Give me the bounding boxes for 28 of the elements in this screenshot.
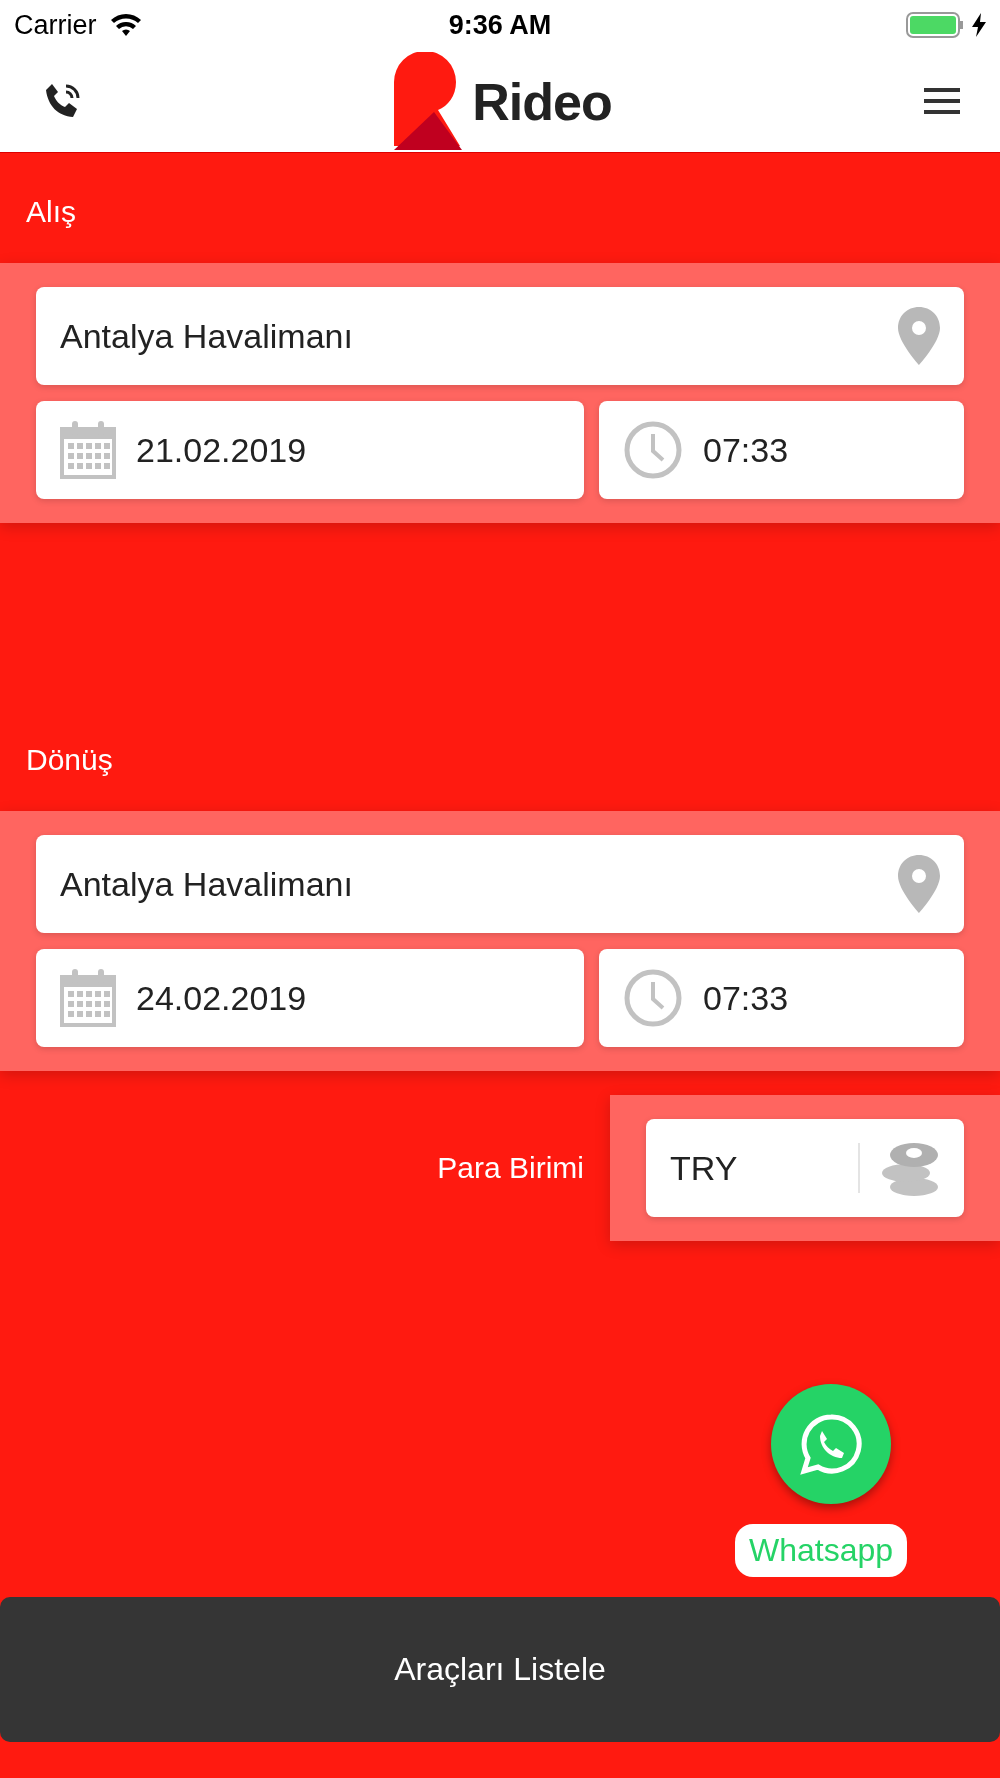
location-field[interactable]: Antalya Havalimanı (36, 835, 964, 933)
location-pin-icon (898, 855, 940, 913)
time-field[interactable]: 07:33 (599, 949, 964, 1047)
location-pin-icon (898, 307, 940, 365)
calendar-icon (60, 969, 116, 1027)
clock-icon (623, 420, 683, 480)
logo-mark-icon (394, 52, 463, 150)
chat-phone-icon (800, 1413, 862, 1475)
calendar-icon (60, 421, 116, 479)
list-cars-button[interactable]: Araçları Listele (0, 1597, 1000, 1742)
location-field[interactable]: Antalya Havalimanı (36, 287, 964, 385)
whatsapp-button[interactable] (771, 1384, 891, 1504)
logo-text: Rideo (472, 76, 612, 128)
currency-label: Para Birimi (437, 1151, 584, 1185)
phone-icon[interactable] (44, 82, 82, 120)
date-field[interactable]: 24.02.2019 (36, 949, 584, 1047)
battery-icon (906, 12, 964, 38)
date-field[interactable]: 21.02.2019 (36, 401, 584, 499)
time-field[interactable]: 07:33 (599, 401, 964, 499)
carrier-label: Carrier (14, 9, 97, 41)
clock-icon (623, 968, 683, 1028)
currency-field[interactable]: TRY (646, 1119, 964, 1217)
wifi-icon (110, 14, 141, 36)
charging-bolt-icon (972, 13, 986, 37)
section-title: Alış (25, 195, 77, 229)
menu-icon[interactable] (924, 88, 960, 114)
clock-time: 9:36 AM (448, 9, 552, 41)
section-title: Dönüş (25, 743, 114, 777)
